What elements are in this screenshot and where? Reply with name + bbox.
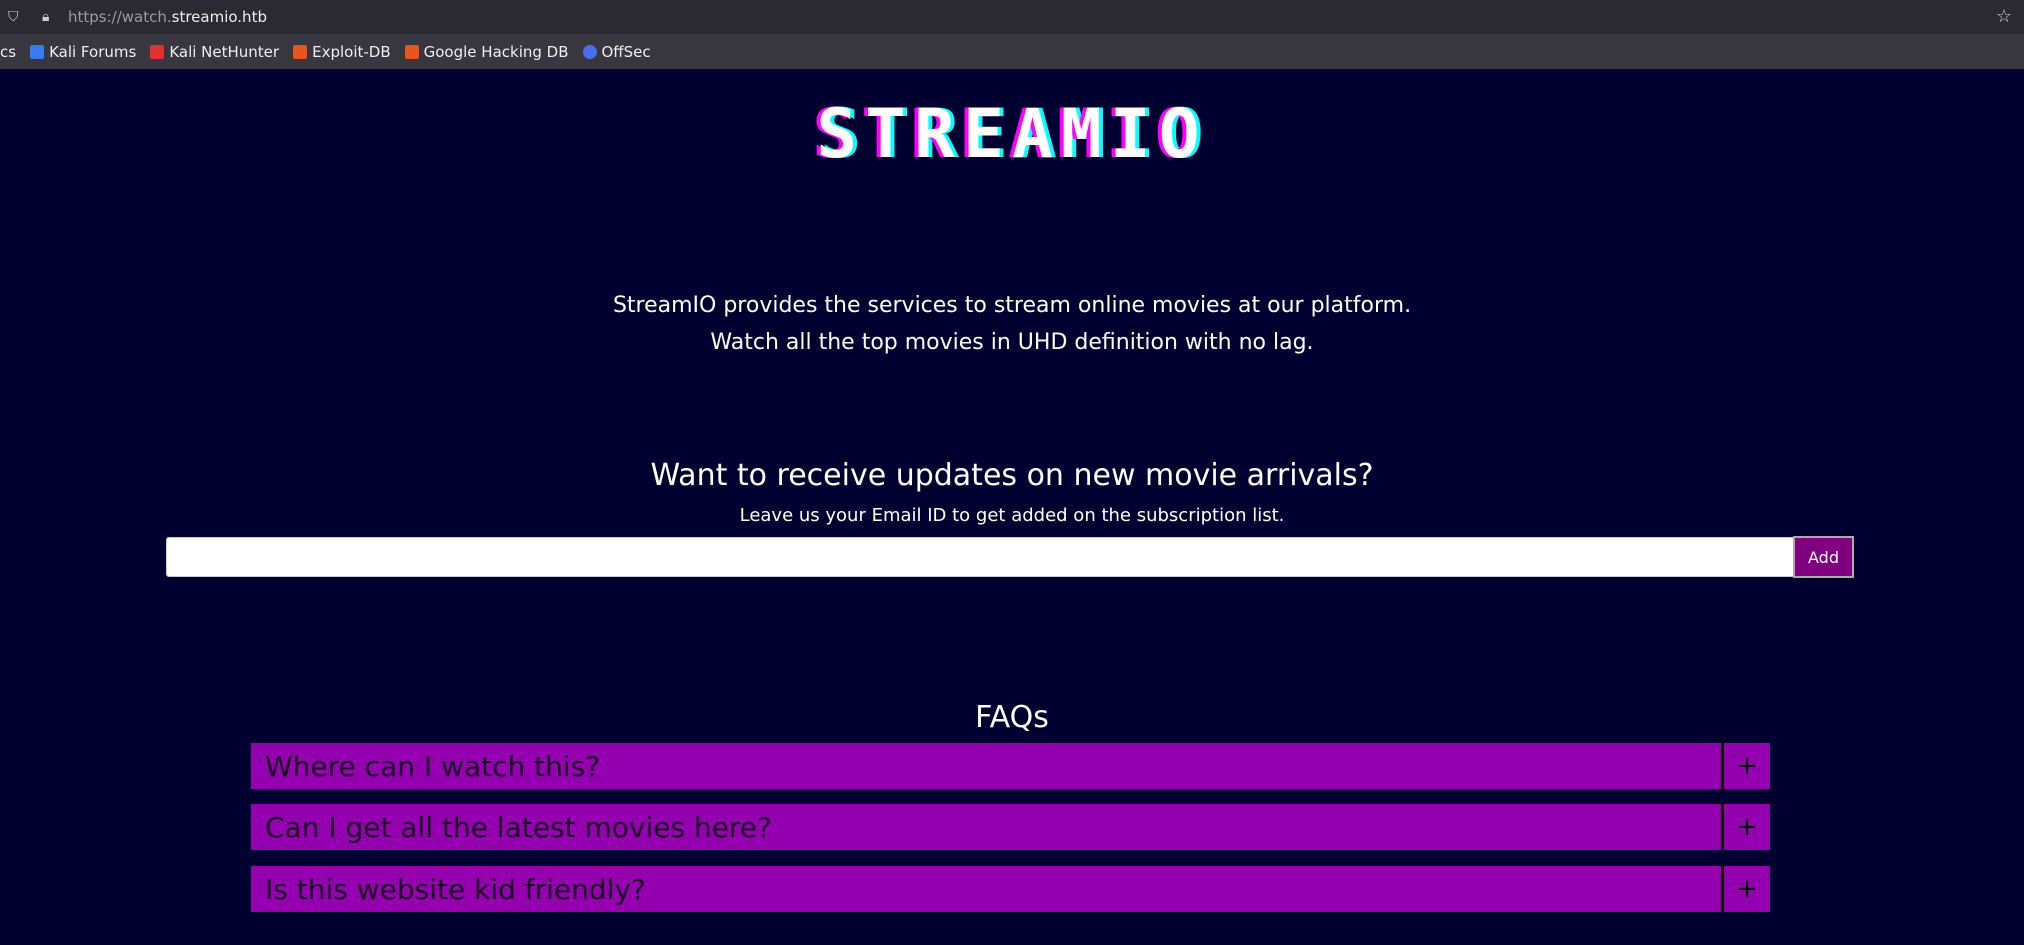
bookmark-star-icon[interactable]: ☆ <box>1996 6 2012 27</box>
bookmark-label: cs <box>0 42 17 61</box>
url-prefix: https://watch. <box>68 8 172 26</box>
bookmark-label: Google Hacking DB <box>423 42 569 61</box>
intro-text: StreamIO provides the services to stream… <box>0 287 2024 361</box>
bookmark-exploit-db[interactable]: Exploit-DB <box>293 43 391 61</box>
faq-heading: FAQs <box>975 700 1049 735</box>
faq-question: Is this website kid friendly? <box>265 872 646 906</box>
ghdb-icon <box>404 44 419 59</box>
expand-plus-icon[interactable]: + <box>1721 743 1770 789</box>
lock-icon[interactable]: 🔒︎ <box>42 9 58 25</box>
bookmark-ghdb[interactable]: Google Hacking DB <box>404 42 569 61</box>
bookmark-offsec[interactable]: OffSec <box>582 42 651 61</box>
offsec-icon <box>582 44 597 59</box>
bookmark-item[interactable]: cs <box>0 43 16 61</box>
intro-line: StreamIO provides the services to stream… <box>612 293 1412 318</box>
bookmark-label: Kali Forums <box>49 42 137 61</box>
url-host: streamio.htb <box>171 8 267 26</box>
bookmark-kali-forums[interactable]: Kali Forums <box>30 43 136 61</box>
expand-plus-icon[interactable]: + <box>1721 866 1770 912</box>
add-button[interactable]: Add <box>1793 536 1854 578</box>
faq-question: Where can I watch this? <box>265 749 601 783</box>
subscribe-subtext: Leave us your Email ID to get added on t… <box>739 505 1285 526</box>
bookmarks-bar: cs Kali Forums Kali NetHunter Exploit-DB… <box>0 34 2024 69</box>
bookmark-kali-nethunter[interactable]: Kali NetHunter <box>150 43 279 61</box>
intro-line: Watch all the top movies in UHD definiti… <box>710 330 1314 355</box>
subscribe-heading: Want to receive updates on new movie arr… <box>650 458 1374 493</box>
faq-item[interactable]: Can I get all the latest movies here? + <box>251 804 1770 850</box>
faq-item[interactable]: Where can I watch this? + <box>251 743 1770 789</box>
exploit-db-icon <box>293 44 308 59</box>
nethunter-icon <box>150 44 165 59</box>
email-input[interactable] <box>166 537 1794 577</box>
logo: STREAMIO <box>816 95 1208 174</box>
shield-icon[interactable]: ⛉ <box>8 9 24 25</box>
expand-plus-icon[interactable]: + <box>1721 804 1770 850</box>
faq-question: Can I get all the latest movies here? <box>265 810 772 844</box>
bookmark-label: Exploit-DB <box>312 42 391 61</box>
faq-item[interactable]: Is this website kid friendly? + <box>251 866 1770 912</box>
bookmark-label: Kali NetHunter <box>169 42 280 61</box>
kali-icon <box>30 44 45 59</box>
bookmark-label: OffSec <box>601 42 651 61</box>
address-bar[interactable]: ⛉ 🔒︎ https://watch. streamio.htb ☆ <box>0 0 2024 34</box>
